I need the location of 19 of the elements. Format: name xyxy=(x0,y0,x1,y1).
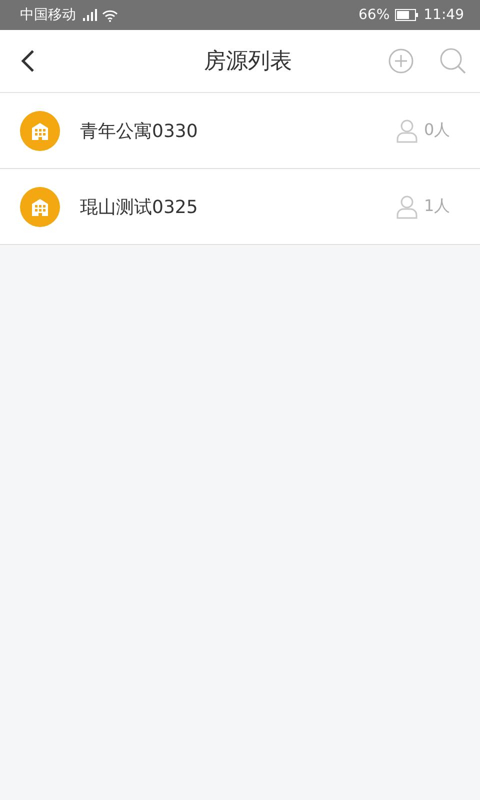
add-button[interactable] xyxy=(386,46,416,76)
property-name: 琨山测试0325 xyxy=(80,196,199,218)
occupant-count: 1人 xyxy=(424,196,452,217)
property-row[interactable]: 青年公寓0330 0人 xyxy=(0,93,480,169)
person-icon xyxy=(396,194,418,218)
clock-time: 11:49 xyxy=(424,7,464,23)
occupant-count: 0人 xyxy=(424,120,452,141)
building-icon xyxy=(20,110,60,150)
search-button[interactable] xyxy=(438,46,468,76)
battery-icon xyxy=(394,9,419,21)
signal-icon xyxy=(81,9,97,21)
page-title: 房源列表 xyxy=(203,48,293,76)
building-icon xyxy=(20,186,60,226)
person-icon xyxy=(396,118,418,142)
carrier-name: 中国移动 xyxy=(20,6,76,24)
battery-percent: 66% xyxy=(358,7,390,23)
wifi-icon xyxy=(102,8,118,22)
property-name: 青年公寓0330 xyxy=(80,120,199,142)
property-row[interactable]: 琨山测试0325 1人 xyxy=(0,169,480,245)
